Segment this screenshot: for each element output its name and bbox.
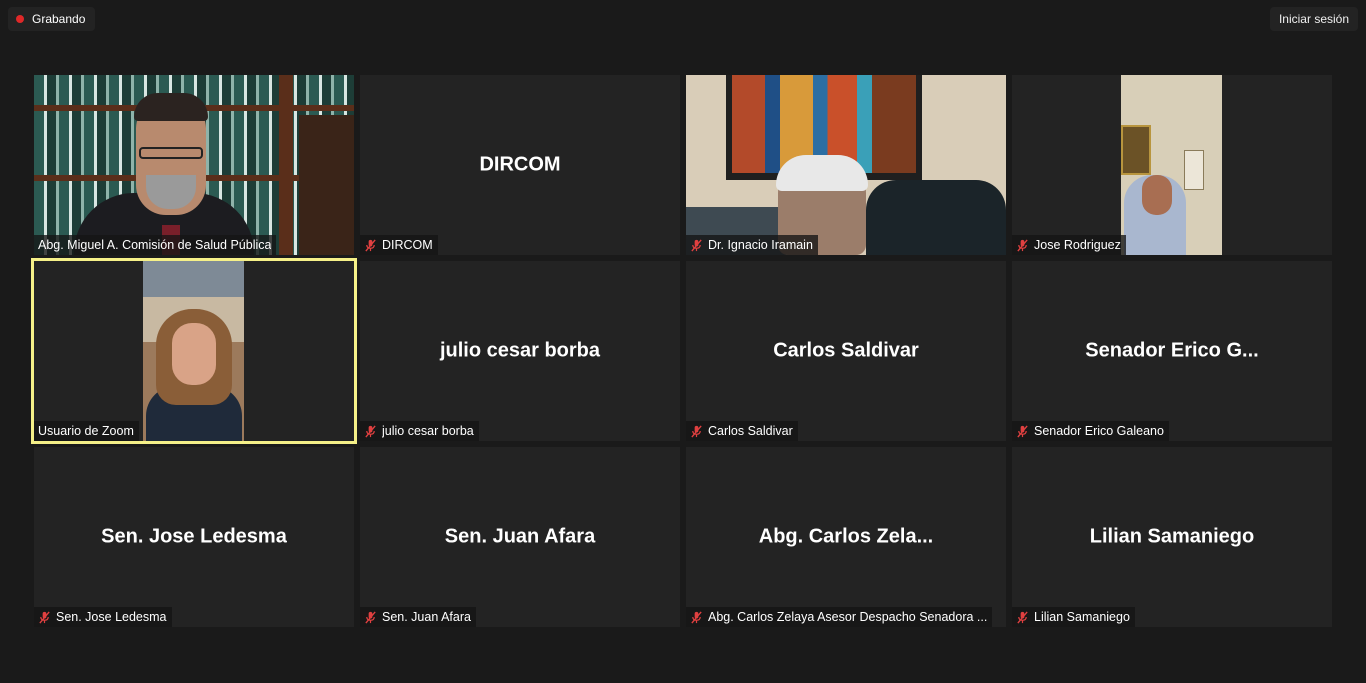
participant-label: Usuario de Zoom (34, 421, 139, 441)
participant-name: Carlos Saldivar (708, 424, 793, 438)
participant-tile[interactable]: Abg. Carlos Zela... Abg. Carlos Zelaya A… (686, 447, 1006, 627)
recording-label: Grabando (32, 12, 86, 26)
participant-display-name: Sen. Jose Ledesma (101, 525, 287, 548)
participant-video (686, 75, 1006, 255)
participant-name: julio cesar borba (382, 424, 474, 438)
recording-dot-icon (16, 15, 24, 23)
participant-tile[interactable]: Sen. Jose Ledesma Sen. Jose Ledesma (34, 447, 354, 627)
mic-muted-icon (1017, 424, 1028, 438)
mic-muted-icon (365, 424, 376, 438)
participant-display-name: julio cesar borba (439, 339, 601, 362)
mic-muted-icon (365, 610, 376, 624)
mic-muted-icon (39, 610, 50, 624)
participant-label: Lilian Samaniego (1012, 607, 1135, 627)
participant-label: Abg. Miguel A. Comisión de Salud Pública (34, 235, 277, 255)
mic-muted-icon (691, 610, 702, 624)
participant-label: julio cesar borba (360, 421, 479, 441)
participant-name: Usuario de Zoom (38, 424, 134, 438)
participant-name: Senador Erico Galeano (1034, 424, 1164, 438)
participant-label: Carlos Saldivar (686, 421, 798, 441)
participant-label: Senador Erico Galeano (1012, 421, 1169, 441)
participant-tile[interactable]: Carlos Saldivar Carlos Saldivar (686, 261, 1006, 441)
participant-display-name: Lilian Samaniego (1089, 525, 1255, 548)
mic-muted-icon (691, 424, 702, 438)
participant-name: Sen. Juan Afara (382, 610, 471, 624)
signin-button[interactable]: Iniciar sesión (1269, 7, 1358, 31)
participant-tile[interactable]: Jose Rodriguez (1012, 75, 1332, 255)
participant-display-name: DIRCOM (479, 153, 561, 176)
participant-label: Dr. Ignacio Iramain (686, 235, 818, 255)
participant-tile[interactable]: Senador Erico G... Senador Erico Galeano (1012, 261, 1332, 441)
participant-video (1012, 75, 1332, 255)
participant-display-name: Sen. Juan Afara (444, 525, 596, 548)
participant-label: Abg. Carlos Zelaya Asesor Despacho Senad… (686, 607, 993, 627)
mic-muted-icon (1017, 610, 1028, 624)
participant-tile[interactable]: Lilian Samaniego Lilian Samaniego (1012, 447, 1332, 627)
participant-name: Dr. Ignacio Iramain (708, 238, 813, 252)
participant-tile[interactable]: Abg. Miguel A. Comisión de Salud Pública (34, 75, 354, 255)
participant-tile[interactable]: Dr. Ignacio Iramain (686, 75, 1006, 255)
participant-label: Jose Rodriguez (1012, 235, 1126, 255)
participant-name: Abg. Miguel A. Comisión de Salud Pública (38, 238, 272, 252)
participant-label: Sen. Jose Ledesma (34, 607, 172, 627)
participant-name: Jose Rodriguez (1034, 238, 1121, 252)
participant-video (34, 261, 354, 441)
participant-name: Sen. Jose Ledesma (56, 610, 167, 624)
participant-display-name: Abg. Carlos Zela... (758, 525, 934, 548)
participant-label: DIRCOM (360, 235, 438, 255)
mic-muted-icon (691, 238, 702, 252)
participant-tile[interactable]: DIRCOM DIRCOM (360, 75, 680, 255)
mic-muted-icon (365, 238, 376, 252)
participant-display-name: Senador Erico G... (1085, 339, 1259, 362)
participant-tile-active-speaker[interactable]: Usuario de Zoom (31, 258, 357, 444)
participant-name: Abg. Carlos Zelaya Asesor Despacho Senad… (708, 610, 988, 624)
mic-muted-icon (1017, 238, 1028, 252)
participant-tile[interactable]: Sen. Juan Afara Sen. Juan Afara (360, 447, 680, 627)
participant-name: DIRCOM (382, 238, 433, 252)
recording-indicator[interactable]: Grabando (8, 7, 96, 31)
participant-video (34, 75, 354, 255)
participant-tile[interactable]: julio cesar borba julio cesar borba (360, 261, 680, 441)
participant-name: Lilian Samaniego (1034, 610, 1130, 624)
participant-label: Sen. Juan Afara (360, 607, 476, 627)
participant-display-name: Carlos Saldivar (773, 339, 919, 362)
